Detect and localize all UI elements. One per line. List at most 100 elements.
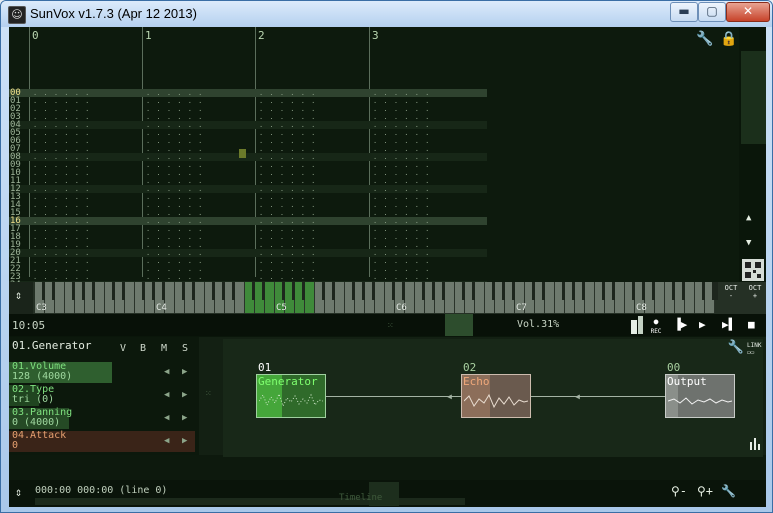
pattern-cell[interactable]: . . . . . . <box>33 129 90 137</box>
pattern-cell[interactable]: . . . . . . <box>259 241 316 249</box>
pattern-cell[interactable]: . . . . . . <box>373 233 430 241</box>
pattern-cell[interactable]: . . . . . . <box>146 185 203 193</box>
flag-visualizer[interactable]: V <box>120 343 126 354</box>
timeline-scroll-track[interactable] <box>35 498 465 505</box>
pattern-cell[interactable]: . . . . . . <box>373 249 430 257</box>
pattern-cell[interactable]: . . . . . . <box>33 153 90 161</box>
pattern-cell[interactable]: . . . . . . <box>146 241 203 249</box>
level-meter-icon[interactable] <box>749 434 763 450</box>
pattern-row[interactable]: 07. . . . . .. . . . . .. . . . . .. . .… <box>9 145 487 154</box>
pattern-cell[interactable]: . . . . . . <box>373 129 430 137</box>
play-pattern-icon[interactable]: ▶▌ <box>722 318 735 331</box>
pattern-cell[interactable]: . . . . . . <box>259 97 316 105</box>
pattern-row[interactable]: 17. . . . . .. . . . . .. . . . . .. . .… <box>9 225 487 234</box>
pattern-cell[interactable]: . . . . . . <box>33 161 90 169</box>
decrease-icon[interactable]: ◀ <box>164 413 169 423</box>
module-output[interactable]: Output <box>665 374 735 418</box>
pattern-row[interactable]: 18. . . . . .. . . . . .. . . . . .. . .… <box>9 233 487 242</box>
pattern-cell[interactable]: . . . . . . <box>373 177 430 185</box>
pattern-cell[interactable]: . . . . . . <box>259 217 316 225</box>
pattern-row[interactable]: 11. . . . . .. . . . . .. . . . . .. . .… <box>9 177 487 186</box>
octave-up-button[interactable]: OCT + <box>744 284 766 312</box>
cursor-cell[interactable] <box>239 149 246 158</box>
pattern-row[interactable]: 15. . . . . .. . . . . .. . . . . .. . .… <box>9 209 487 218</box>
close-button[interactable]: ✕ <box>726 2 770 22</box>
pattern-cell[interactable]: . . . . . . <box>33 137 90 145</box>
pattern-cell[interactable]: . . . . . . <box>146 129 203 137</box>
pattern-row[interactable]: 16. . . . . .. . . . . .. . . . . .. . .… <box>9 217 487 226</box>
pattern-cell[interactable]: . . . . . . <box>373 193 430 201</box>
pattern-editor[interactable]: 0123 00. . . . . .. . . . . .. . . . . .… <box>9 27 766 290</box>
pattern-row[interactable]: 09. . . . . .. . . . . .. . . . . .. . .… <box>9 161 487 170</box>
pattern-cell[interactable]: . . . . . . <box>259 145 316 153</box>
pattern-row[interactable]: 00. . . . . .. . . . . .. . . . . .. . .… <box>9 89 487 98</box>
volume-display[interactable]: Vol.31% <box>517 319 559 330</box>
module-wrench-icon[interactable]: 🔧 <box>727 340 745 358</box>
white-key[interactable] <box>195 282 205 313</box>
pattern-cell[interactable]: . . . . . . <box>259 265 316 273</box>
pattern-cell[interactable]: . . . . . . <box>146 105 203 113</box>
pattern-cell[interactable]: . . . . . . <box>259 193 316 201</box>
pattern-cell[interactable]: . . . . . . <box>33 89 90 97</box>
timeline-bar[interactable]: ⇕ 000:00 000:00 (line 0) Timeline ⚲- ⚲+ … <box>9 480 766 507</box>
pattern-cell[interactable]: . . . . . . <box>146 89 203 97</box>
pattern-cell[interactable]: . . . . . . <box>373 153 430 161</box>
pattern-cell[interactable]: . . . . . . <box>259 89 316 97</box>
pattern-cell[interactable]: . . . . . . <box>146 193 203 201</box>
timeline-resize-icon[interactable]: ⇕ <box>15 485 22 499</box>
pattern-row[interactable]: 21. . . . . .. . . . . .. . . . . .. . .… <box>9 257 487 266</box>
lock-icon[interactable]: 🔒 <box>719 31 739 51</box>
pattern-cell[interactable]: . . . . . . <box>373 169 430 177</box>
title-bar[interactable]: ☺ SunVox v1.7.3 (Apr 12 2013) ▬ ▢ ✕ <box>1 1 772 27</box>
white-key[interactable] <box>125 282 135 313</box>
pattern-cell[interactable]: . . . . . . <box>259 169 316 177</box>
wrench-icon[interactable]: 🔧 <box>695 31 715 51</box>
white-key[interactable] <box>305 282 315 313</box>
pattern-cell[interactable]: . . . . . . <box>146 113 203 121</box>
pattern-cell[interactable]: . . . . . . <box>373 241 430 249</box>
pattern-row[interactable]: 10. . . . . .. . . . . .. . . . . .. . .… <box>9 169 487 178</box>
pattern-cell[interactable]: . . . . . . <box>146 177 203 185</box>
pattern-row[interactable]: 23. . . . . .. . . . . .. . . . . .. . .… <box>9 273 487 282</box>
increase-icon[interactable]: ▶ <box>182 436 187 446</box>
volume-bar-icon[interactable] <box>638 316 643 334</box>
pattern-cell[interactable]: . . . . . . <box>146 257 203 265</box>
module-generator[interactable]: Generator <box>256 374 326 418</box>
pattern-cell[interactable]: . . . . . . <box>33 121 90 129</box>
record-button[interactable]: ● REC <box>649 317 663 335</box>
pattern-cell[interactable]: . . . . . . <box>146 121 203 129</box>
pattern-cell[interactable]: . . . . . . <box>259 185 316 193</box>
pattern-cell[interactable]: . . . . . . <box>146 217 203 225</box>
pattern-cell[interactable]: . . . . . . <box>259 121 316 129</box>
flag-solo[interactable]: S <box>182 343 188 354</box>
pattern-row[interactable]: 02. . . . . .. . . . . .. . . . . .. . .… <box>9 105 487 114</box>
pattern-cell[interactable]: . . . . . . <box>373 225 430 233</box>
pattern-cell[interactable]: . . . . . . <box>373 185 430 193</box>
pattern-cell[interactable]: . . . . . . <box>33 273 90 281</box>
pattern-cell[interactable]: . . . . . . <box>146 153 203 161</box>
pattern-cell[interactable]: . . . . . . <box>146 209 203 217</box>
pattern-cell[interactable]: . . . . . . <box>259 233 316 241</box>
pattern-cell[interactable]: . . . . . . <box>259 177 316 185</box>
pattern-row[interactable]: 05. . . . . .. . . . . .. . . . . .. . .… <box>9 129 487 138</box>
timeline-wrench-icon[interactable]: 🔧 <box>721 484 736 498</box>
white-key[interactable] <box>615 282 625 313</box>
zoom-in-icon[interactable]: ⚲+ <box>697 484 713 498</box>
pattern-cell[interactable]: . . . . . . <box>259 273 316 281</box>
pattern-row[interactable]: 20. . . . . .. . . . . .. . . . . .. . .… <box>9 249 487 258</box>
module-echo[interactable]: Echo <box>461 374 531 418</box>
scroll-down-icon[interactable]: ▼ <box>746 238 751 248</box>
module-network-canvas[interactable]: ◀ ◀ 01 Generator 02 Echo 00 Output 🔧 LIN… <box>223 339 763 457</box>
white-key[interactable] <box>55 282 65 313</box>
white-key[interactable] <box>545 282 555 313</box>
pattern-cell[interactable]: . . . . . . <box>33 201 90 209</box>
pattern-cell[interactable]: . . . . . . <box>373 105 430 113</box>
pattern-cell[interactable]: . . . . . . <box>146 249 203 257</box>
pattern-cell[interactable]: . . . . . . <box>33 185 90 193</box>
minimize-button[interactable]: ▬ <box>670 2 698 22</box>
zoom-out-icon[interactable]: ⚲- <box>671 484 687 498</box>
pattern-cell[interactable]: . . . . . . <box>373 273 430 281</box>
pattern-cell[interactable]: . . . . . . <box>33 169 90 177</box>
pattern-cell[interactable]: . . . . . . <box>373 161 430 169</box>
pattern-row[interactable]: 14. . . . . .. . . . . .. . . . . .. . .… <box>9 201 487 210</box>
